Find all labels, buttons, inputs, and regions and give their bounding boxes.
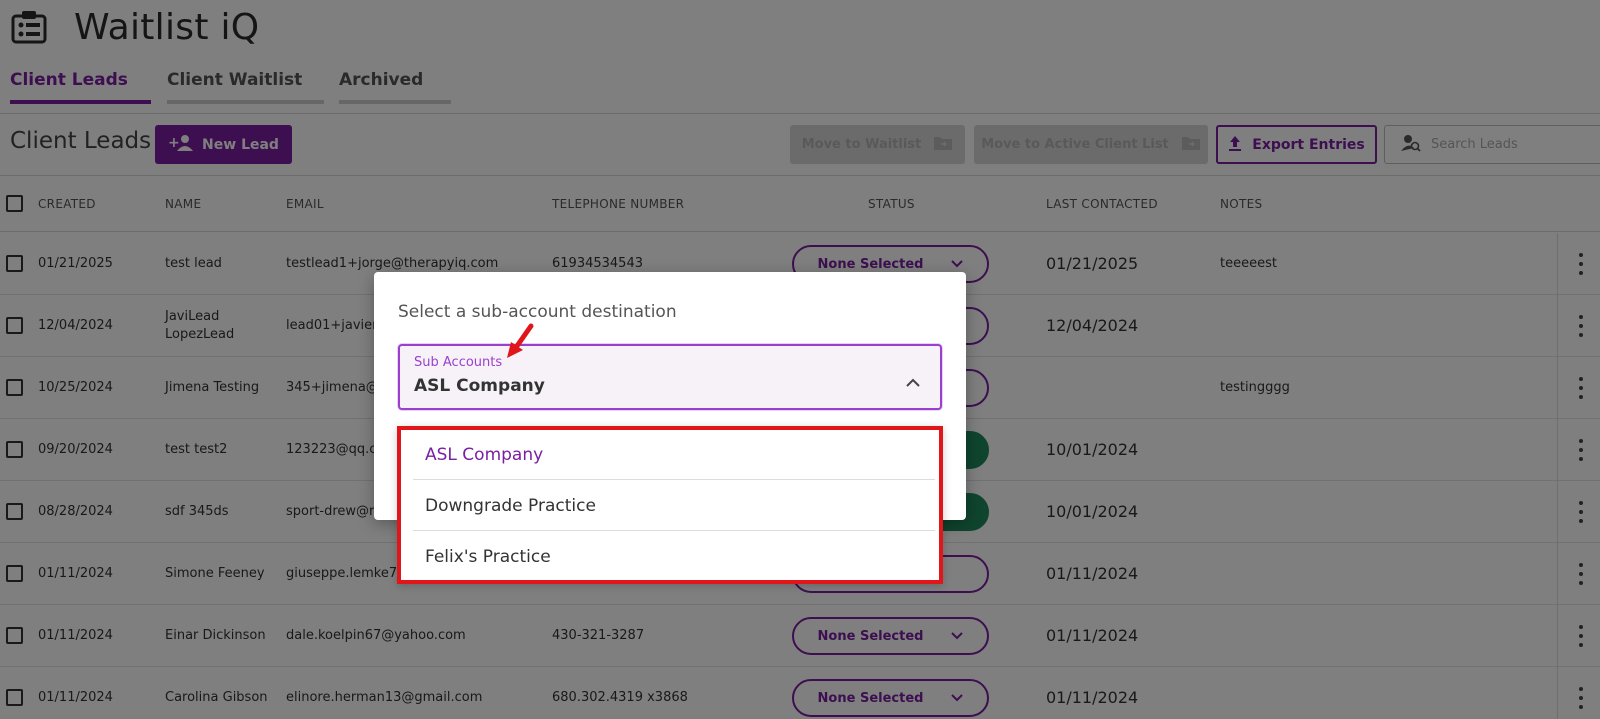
sub-accounts-label: Sub Accounts [414, 355, 503, 370]
sub-accounts-dropdown-list: ASL Company Downgrade Practice Felix's P… [397, 426, 943, 584]
sub-accounts-select[interactable]: Sub Accounts ASL Company [398, 344, 942, 410]
option-asl-company[interactable]: ASL Company [413, 430, 935, 480]
modal-title: Select a sub-account destination [398, 302, 677, 322]
app-root: Waitlist iQ Client Leads Client Waitlist… [0, 0, 1600, 719]
annotation-arrow-icon [503, 322, 537, 366]
option-felixs-practice[interactable]: Felix's Practice [413, 532, 935, 582]
option-downgrade-practice[interactable]: Downgrade Practice [413, 481, 935, 531]
chevron-up-icon [906, 372, 920, 391]
sub-accounts-value: ASL Company [414, 376, 545, 396]
